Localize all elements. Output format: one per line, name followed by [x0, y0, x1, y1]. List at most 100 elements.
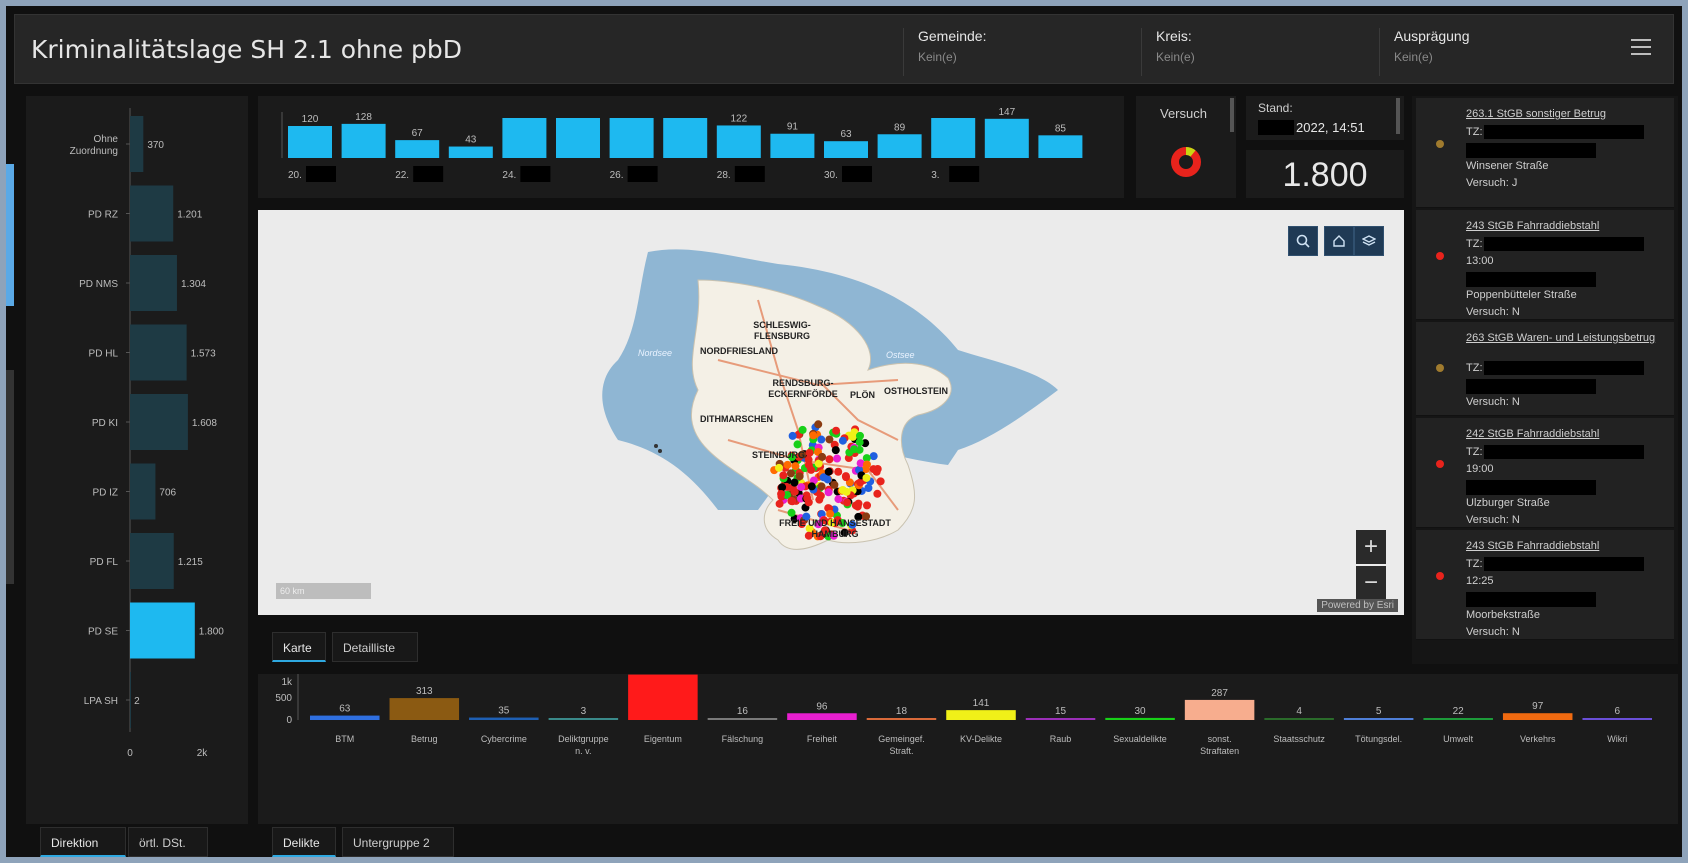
incident-status-dot — [1436, 460, 1444, 468]
scrollbar[interactable] — [1396, 98, 1400, 134]
incident-title[interactable]: 242 StGB Fahrraddiebstahl — [1466, 428, 1662, 440]
island-marker — [654, 444, 658, 448]
category-label: Gemeingef. — [878, 734, 925, 744]
category-label: PD KI — [92, 418, 118, 429]
layers-icon — [1362, 235, 1376, 246]
bar-value-label: 16 — [737, 706, 749, 717]
incident-marker — [809, 431, 818, 440]
map-view[interactable]: Nordsee Ostsee SCHLESWIG- FLENSBURG NORD… — [258, 210, 1404, 615]
bar — [556, 118, 600, 158]
incident-marker — [803, 494, 812, 503]
map-home-button[interactable] — [1324, 226, 1354, 256]
bar — [548, 718, 619, 720]
incident-detail: 19:00 — [1466, 463, 1494, 475]
bar — [130, 255, 177, 311]
incident-card[interactable]: 243 StGB Fahrraddiebstahl TZ: 12:25 Moorbek… — [1416, 530, 1674, 640]
x-tick-label: 28. — [717, 170, 731, 181]
category-label: Raub — [1050, 734, 1072, 744]
page-title: Kriminalitätslage SH 2.1 ohne pbD — [31, 35, 463, 64]
sea-label-ostsee: Ostsee — [886, 350, 915, 360]
bar-value-label: 18 — [896, 706, 908, 717]
bar — [1025, 718, 1096, 720]
bar-value-label: 120 — [302, 114, 319, 125]
incident-card[interactable]: 263.1 StGB sonstiger Betrug TZ: Winsener S… — [1416, 98, 1674, 208]
tab-untergruppe-2[interactable]: Untergruppe 2 — [342, 827, 454, 857]
incident-status-dot — [1436, 364, 1444, 372]
incident-marker — [838, 436, 847, 445]
bar-value-label: 122 — [730, 113, 747, 124]
incident-marker — [791, 462, 800, 471]
bar-value-label: 1.573 — [191, 349, 216, 360]
bar-value-label: 35 — [498, 706, 510, 717]
bar — [130, 185, 174, 242]
incident-marker — [787, 508, 796, 517]
bar — [1264, 718, 1334, 720]
incident-title[interactable]: 243 StGB Fahrraddiebstahl — [1466, 540, 1662, 552]
timeline-chart: 120 128 67 43 122 91 63 89 147 85 20. 22. 24. 26. 28. 3… — [281, 107, 1083, 182]
zoom-in-button[interactable]: + — [1356, 530, 1386, 564]
redaction — [842, 166, 872, 182]
incident-marker — [873, 489, 882, 498]
sidebar-handle[interactable] — [6, 164, 14, 306]
category-label: Staatsschutz — [1273, 734, 1325, 744]
bar — [130, 324, 187, 381]
tab-direktion[interactable]: Direktion — [40, 827, 126, 857]
incident-detail: Ulzburger Straße — [1466, 497, 1550, 509]
incident-title[interactable]: 263.1 StGB sonstiger Betrug — [1466, 108, 1662, 120]
attempt-panel: Versuch — [1136, 96, 1236, 198]
filter-auspraegung[interactable]: Ausprägung Kein(e) — [1379, 28, 1617, 76]
x-tick-label: 0 — [127, 748, 133, 759]
bar-value-label: 128 — [355, 112, 372, 123]
bar-value-label: 15 — [1055, 706, 1067, 717]
incident-detail: Versuch: N — [1466, 514, 1520, 526]
incident-status-dot — [1436, 140, 1444, 148]
incident-card[interactable]: 242 StGB Fahrraddiebstahl TZ: 19:00 Ulzburg… — [1416, 418, 1674, 528]
redaction — [1466, 379, 1596, 394]
incident-marker — [817, 435, 826, 444]
tab-delikte[interactable]: Delikte — [272, 827, 336, 857]
bar — [1184, 699, 1255, 720]
category-label: PD SE — [88, 627, 118, 638]
bar-value-label: 63 — [339, 704, 351, 715]
bar — [1582, 718, 1652, 720]
scrollbar[interactable] — [1230, 98, 1234, 132]
filter-kreis[interactable]: Kreis: Kein(e) — [1141, 28, 1379, 76]
map-label: DITHMARSCHEN — [700, 414, 773, 424]
incident-card[interactable]: 263 StGB Waren- und Leistungsbetrug TZ: Ve… — [1416, 322, 1674, 416]
incident-title[interactable]: 243 StGB Fahrraddiebstahl — [1466, 220, 1662, 232]
home-icon — [1333, 235, 1345, 247]
bar — [984, 118, 1029, 158]
map-search-button[interactable] — [1288, 226, 1318, 256]
bar-value-label: 370 — [147, 140, 164, 151]
incident-marker — [786, 469, 795, 478]
y-tick-label: 500 — [275, 693, 292, 704]
category-label: Straftaten — [1200, 746, 1239, 756]
tab-karte[interactable]: Karte — [272, 632, 326, 662]
bar — [130, 602, 195, 659]
redaction — [1466, 143, 1596, 158]
zoom-out-button[interactable]: − — [1356, 566, 1386, 600]
category-label: Betrug — [411, 734, 438, 744]
incident-detail: 13:00 — [1466, 255, 1494, 267]
map-attribution: Powered by Esri — [1317, 599, 1398, 612]
category-label: BTM — [335, 734, 354, 744]
sidebar-handle-secondary[interactable] — [6, 370, 14, 584]
bar-value-label: 6 — [1614, 706, 1620, 717]
map-layers-button[interactable] — [1354, 226, 1384, 256]
menu-icon[interactable] — [1631, 39, 1651, 57]
incident-card[interactable]: 243 StGB Fahrraddiebstahl TZ: 13:00 Poppenb… — [1416, 210, 1674, 320]
incident-marker — [777, 489, 786, 498]
incident-detail: Versuch: N — [1466, 396, 1520, 408]
redaction — [627, 166, 658, 182]
bar-value-label: 89 — [894, 122, 906, 133]
redaction — [1466, 592, 1596, 607]
incident-marker — [833, 454, 842, 463]
tab-oertl-dst[interactable]: örtl. DSt. — [128, 827, 208, 857]
incident-title[interactable]: 263 StGB Waren- und Leistungsbetrug — [1466, 332, 1662, 344]
incident-marker — [831, 446, 840, 455]
tab-detailliste[interactable]: Detailliste — [332, 632, 418, 662]
incident-marker — [850, 445, 859, 454]
filter-gemeinde[interactable]: Gemeinde: Kein(e) — [903, 28, 1141, 76]
incident-detail: Moorbekstraße — [1466, 609, 1540, 621]
redaction — [1484, 445, 1644, 459]
